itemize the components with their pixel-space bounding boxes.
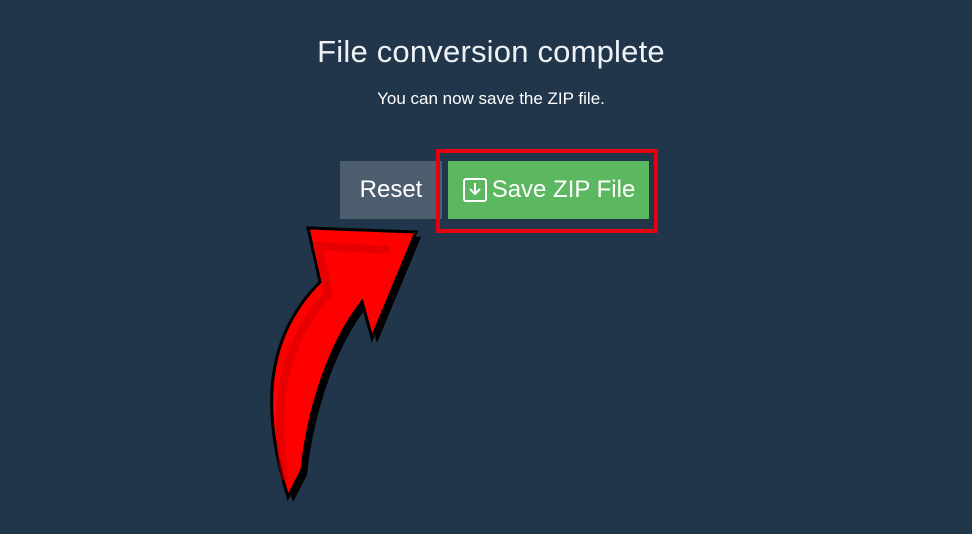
save-zip-button[interactable]: Save ZIP File: [448, 161, 649, 219]
page-title: File conversion complete: [317, 34, 665, 69]
save-zip-button-label: Save ZIP File: [491, 176, 636, 203]
page-subtitle: You can now save the ZIP file.: [377, 89, 605, 108]
curved-arrow-icon: [270, 226, 421, 502]
reset-button-label: Reset: [359, 176, 423, 203]
conversion-complete-page: File conversion complete You can now sav…: [0, 0, 972, 534]
download-icon: [462, 177, 488, 203]
reset-button[interactable]: Reset: [340, 161, 442, 219]
